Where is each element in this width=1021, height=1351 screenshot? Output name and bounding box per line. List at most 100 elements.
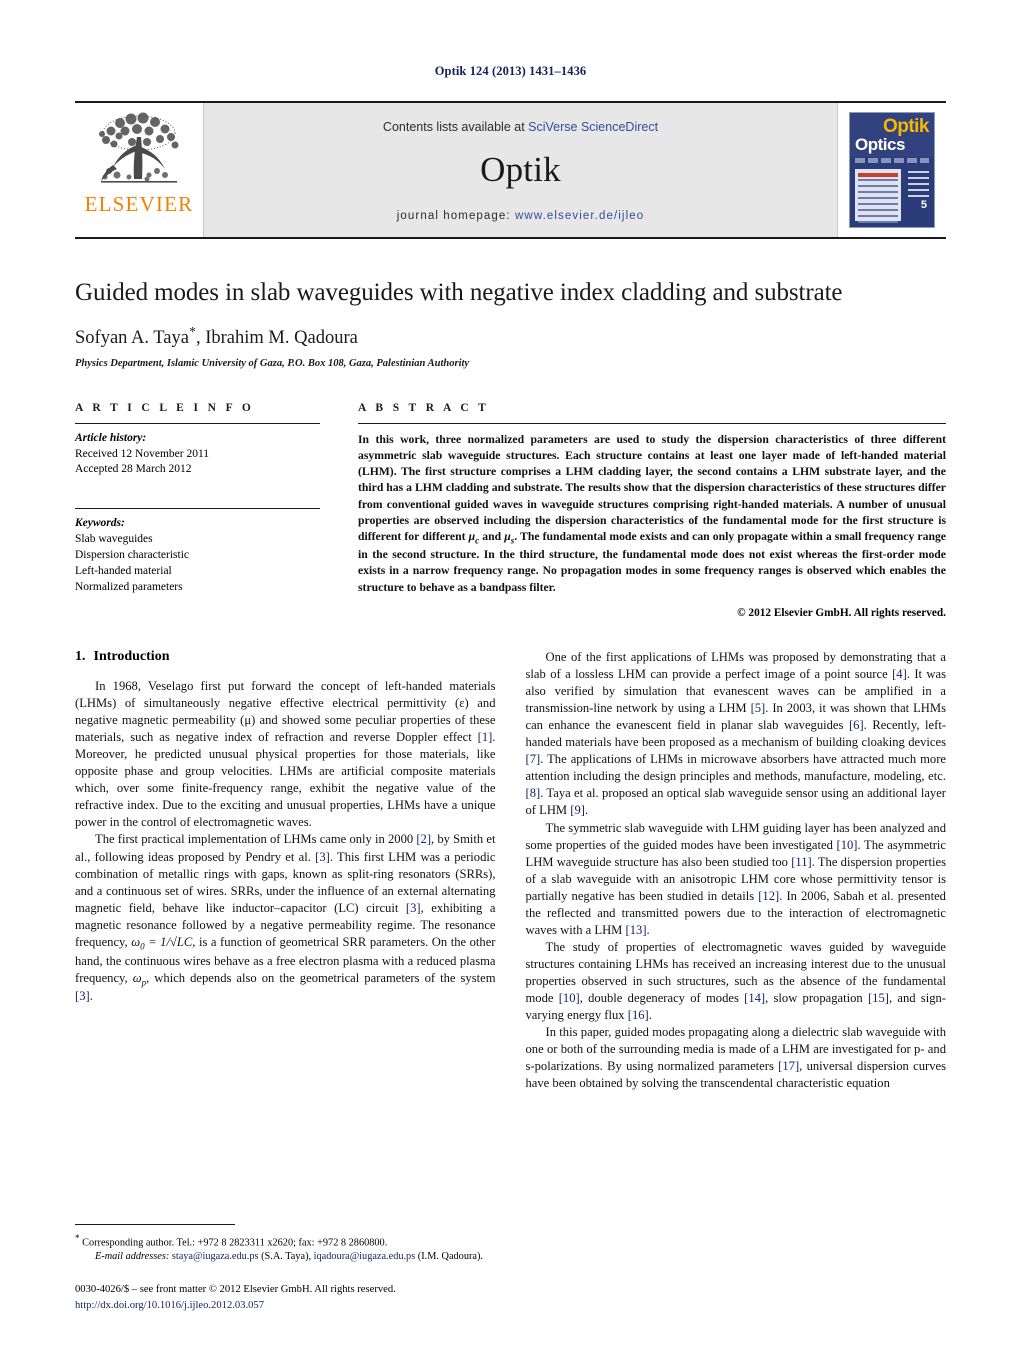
abstract-copyright: © 2012 Elsevier GmbH. All rights reserve…: [737, 606, 946, 619]
footnote-star-marker: *: [75, 1232, 80, 1243]
abstract-column: A B S T R A C T In this work, three norm…: [358, 402, 946, 619]
journal-cover-thumbnail: Optik Optics 5: [849, 112, 935, 228]
email-link-qadoura[interactable]: iqadoura@iugaza.edu.ps: [314, 1251, 416, 1262]
corresponding-author-marker[interactable]: *: [189, 325, 196, 340]
text-run: In 1968, Veselago first put forward the …: [75, 678, 496, 745]
article-accepted-date: Accepted 28 March 2012: [75, 463, 192, 476]
paragraph: In 1968, Veselago first put forward the …: [75, 678, 496, 832]
footnote-divider: [75, 1223, 235, 1225]
journal-contents-box: Contents lists available at SciVerse Sci…: [203, 103, 838, 237]
citation-ref[interactable]: [3]: [406, 901, 421, 915]
text-run: , slow propagation: [765, 991, 868, 1006]
citation-ref[interactable]: [10]: [837, 838, 858, 852]
elsevier-wordmark: ELSEVIER: [84, 192, 194, 216]
text-run: . Taya et al. proposed an optical slab w…: [525, 786, 947, 818]
citation-ref[interactable]: [6]: [849, 718, 864, 732]
text-run: , double degeneracy of modes: [579, 991, 745, 1006]
front-matter-block: 0030-4026/$ – see front matter © 2012 El…: [75, 1282, 505, 1313]
doi-link[interactable]: http://dx.doi.org/10.1016/j.ijleo.2012.0…: [75, 1298, 505, 1313]
section-title: Introduction: [93, 648, 170, 664]
journal-title: Optik: [480, 150, 561, 189]
page-title: Guided modes in slab waveguides with neg…: [75, 279, 843, 306]
body-column-right: One of the first applications of LHMs wa…: [526, 649, 947, 1093]
elsevier-tree-icon: [87, 109, 191, 193]
homepage-prefix: journal homepage:: [396, 210, 516, 222]
keyword-item: Slab waveguides: [75, 533, 153, 546]
contents-available-line: Contents lists available at SciVerse Sci…: [383, 120, 658, 134]
article-received-date: Received 12 November 2011: [75, 447, 210, 460]
citation-ref[interactable]: [16]: [628, 1008, 649, 1022]
text-run: The first practical implementation of LH…: [95, 832, 417, 847]
keyword-item: Left-handed material: [75, 564, 172, 577]
text-run: .: [584, 803, 589, 818]
author-list: Sofyan A. Taya*, Ibrahim M. Qadoura: [75, 325, 946, 349]
paragraph: One of the first applications of LHMs wa…: [526, 649, 947, 820]
citation-ref[interactable]: [13]: [626, 923, 647, 937]
citation-ref[interactable]: [2]: [416, 832, 431, 846]
text-run: . The applications of LHMs in microwave …: [525, 752, 947, 784]
author-2: , Ibrahim M. Qadoura: [195, 327, 358, 348]
body-columns: 1. Introduction In 1968, Veselago first p…: [75, 649, 946, 1093]
article-page: Optik 124 (2013) 1431–1436 ELSEVIER Cont…: [0, 0, 1021, 1351]
journal-homepage-link[interactable]: www.elsevier.de/ijleo: [515, 210, 644, 222]
text-run: .: [648, 1008, 652, 1023]
author-affiliation: Physics Department, Islamic University o…: [75, 357, 470, 369]
cover-title-optics: Optics: [855, 135, 905, 154]
email-owner-qadoura: (I.M. Qadoura).: [415, 1251, 483, 1263]
journal-masthead: ELSEVIER Contents lists available at Sci…: [75, 101, 946, 239]
cover-issue-number: 5: [920, 199, 927, 211]
email-link-taya[interactable]: staya@iugaza.edu.ps: [172, 1251, 259, 1262]
text-run: . Moreover, he predicted unusual physica…: [75, 730, 496, 830]
citation-ref[interactable]: [15]: [868, 991, 889, 1005]
article-history-label: Article history:: [75, 431, 147, 444]
citation-ref[interactable]: [17]: [778, 1059, 799, 1073]
author-1: Sofyan A. Taya: [75, 327, 189, 348]
paragraph: The symmetric slab waveguide with LHM gu…: [526, 820, 947, 939]
section-number: 1.: [75, 648, 86, 664]
body-column-left: 1. Introduction In 1968, Veselago first p…: [75, 649, 496, 1093]
email-note: E-mail addresses: staya@iugaza.edu.ps (S…: [75, 1250, 505, 1264]
citation-ref[interactable]: [3]: [315, 850, 330, 864]
text-run: One of the first applications of LHMs wa…: [525, 649, 947, 681]
cover-subtitle-bar: [855, 158, 929, 163]
sciencedirect-link[interactable]: SciVerse ScienceDirect: [528, 120, 658, 134]
citation-ref[interactable]: [3]: [75, 989, 90, 1003]
front-matter-line: 0030-4026/$ – see front matter © 2012 El…: [75, 1284, 396, 1296]
equation-inline: = 1/√LC: [144, 934, 193, 949]
citation-ref[interactable]: [11]: [791, 855, 812, 869]
text-run: , which depends also on the geometrical …: [146, 970, 496, 985]
running-head: Optik 124 (2013) 1431–1436: [434, 64, 587, 78]
corresponding-author-text: Corresponding author. Tel.: +972 8 28233…: [82, 1237, 388, 1249]
paragraph: The study of properties of electromagnet…: [526, 939, 947, 1024]
symbol-omega-0: ω: [131, 934, 141, 949]
citation-ref[interactable]: [7]: [526, 752, 541, 766]
section-heading-introduction: 1. Introduction: [75, 649, 496, 665]
citation-ref[interactable]: [1]: [478, 730, 493, 744]
email-addresses-label: E-mail addresses:: [95, 1251, 170, 1263]
article-info-column: A R T I C L E I N F O Article history: R…: [75, 402, 320, 619]
info-abstract-row: A R T I C L E I N F O Article history: R…: [75, 402, 946, 619]
text-run: .: [646, 922, 650, 937]
abstract-text: In this work, three normalized parameter…: [358, 424, 946, 596]
keywords-label: Keywords:: [75, 517, 125, 530]
keywords-block: Keywords: Slab waveguides Dispersion cha…: [75, 509, 320, 595]
symbol-omega-p: ω: [132, 970, 142, 985]
citation-ref[interactable]: [9]: [570, 803, 585, 817]
citation-ref[interactable]: [10]: [559, 991, 580, 1005]
text-run: .: [89, 989, 93, 1004]
citation-ref[interactable]: [4]: [892, 667, 907, 681]
citation-ref[interactable]: [14]: [744, 991, 765, 1005]
keyword-item: Normalized parameters: [75, 580, 183, 593]
article-history-block: Article history: Received 12 November 20…: [75, 424, 320, 479]
citation-ref[interactable]: [8]: [526, 786, 541, 800]
cover-right-lines: [908, 171, 929, 197]
keyword-item: Dispersion characteristic: [75, 548, 189, 561]
abstract-heading: A B S T R A C T: [358, 401, 490, 414]
journal-cover-block: Optik Optics 5: [838, 103, 946, 237]
citation-ref[interactable]: [12]: [758, 889, 779, 903]
citation-ref[interactable]: [5]: [751, 701, 766, 715]
elsevier-logo: ELSEVIER: [75, 103, 203, 237]
corresponding-author-note: * Corresponding author. Tel.: +972 8 282…: [75, 1232, 505, 1250]
journal-homepage-line: journal homepage: www.elsevier.de/ijleo: [397, 210, 644, 222]
